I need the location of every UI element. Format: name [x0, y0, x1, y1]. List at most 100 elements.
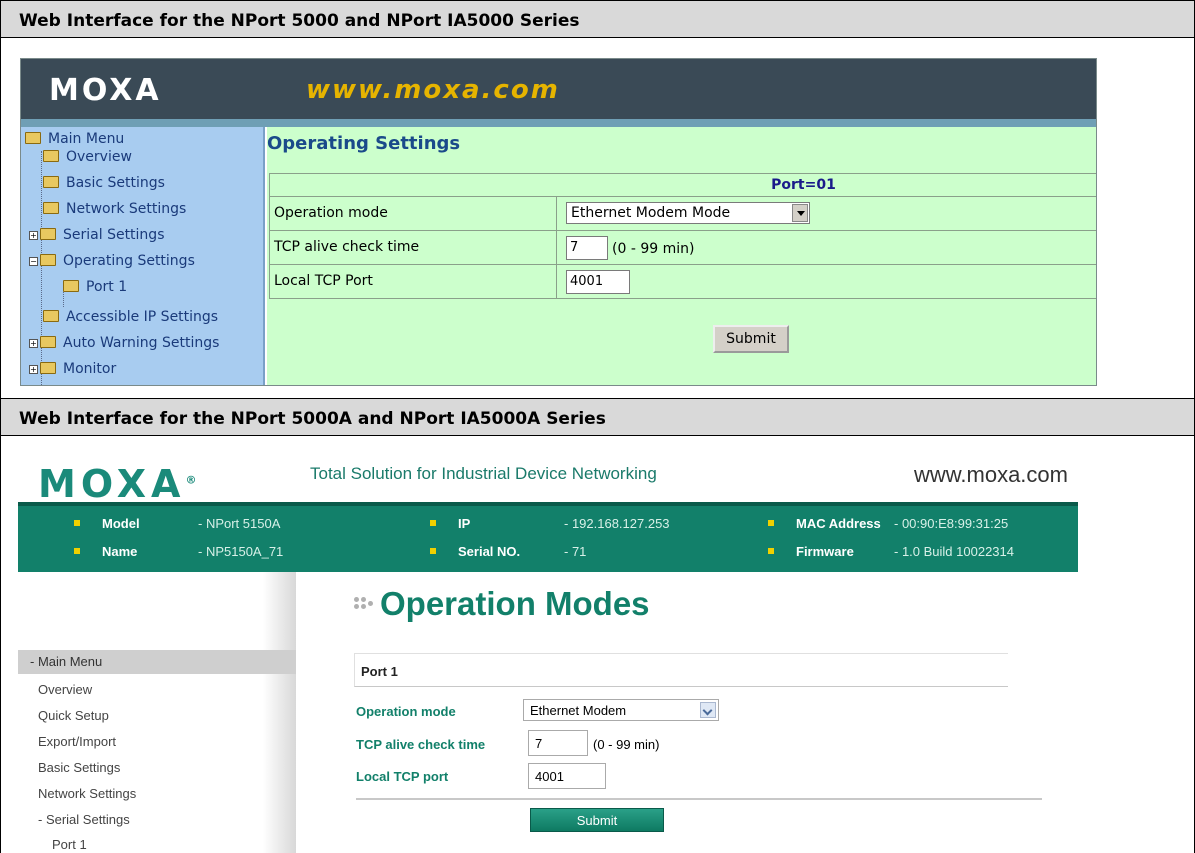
local-port-label: Local TCP port — [356, 769, 449, 784]
cell-divider — [556, 197, 557, 230]
menu-item-serial-settings[interactable]: - Serial Settings — [38, 812, 130, 827]
tcp-alive-hint: (0 - 99 min) — [612, 241, 695, 257]
section-header-legacy: Web Interface for the NPort 5000 and NPo… — [0, 0, 1195, 38]
info-key: IP — [458, 516, 471, 531]
info-value: - 1.0 Build 10022314 — [894, 544, 1014, 559]
menu-item-network-settings[interactable]: Network Settings — [38, 786, 136, 801]
menu-item-serial-settings[interactable]: + Serial Settings — [29, 227, 165, 243]
folder-icon — [43, 202, 59, 214]
port-header: Port 1 — [354, 653, 1008, 687]
menu-item-port-1[interactable]: Port 1 — [63, 279, 127, 295]
table-row: Operation mode Ethernet Modem Mode — [269, 197, 1096, 231]
menu-label: Basic Settings — [66, 175, 165, 191]
local-port-input[interactable]: 4001 — [566, 270, 630, 294]
expand-plus-icon[interactable]: + — [29, 231, 38, 240]
bullet-icon — [430, 548, 436, 554]
chevron-down-icon[interactable] — [792, 204, 808, 222]
modern-sidebar: - Main Menu Overview Quick Setup Export/… — [18, 572, 296, 853]
submit-button[interactable]: Submit — [713, 325, 789, 353]
tagline: Total Solution for Industrial Device Net… — [310, 464, 657, 483]
menu-item-auto-warning[interactable]: + Auto Warning Settings — [29, 335, 219, 351]
info-ip: IP - 192.168.127.253 — [430, 516, 670, 531]
folder-icon — [63, 280, 79, 292]
folder-open-icon — [40, 254, 56, 266]
menu-item-basic-settings[interactable]: Basic Settings — [43, 175, 165, 191]
cell-divider — [556, 231, 557, 264]
info-model: Model - NPort 5150A — [74, 516, 280, 531]
page-title-text: Operation Modes — [380, 585, 650, 622]
tcp-alive-input[interactable]: 7 — [566, 236, 608, 260]
menu-item-overview[interactable]: Overview — [38, 682, 92, 697]
folder-icon — [40, 362, 56, 374]
menu-label: Main Menu — [48, 131, 125, 147]
bullet-icon — [74, 548, 80, 554]
registered-mark: ® — [185, 473, 197, 487]
menu-root[interactable]: Main Menu — [25, 131, 124, 147]
logo-text: MOXA — [38, 462, 186, 506]
menu-item-operating-settings[interactable]: − Operating Settings — [29, 253, 195, 269]
legacy-banner: MOXA www.moxa.com — [21, 59, 1096, 119]
tcp-alive-label: TCP alive check time — [356, 737, 486, 752]
menu-label: Network Settings — [66, 201, 187, 217]
info-firmware: Firmware - 1.0 Build 10022314 — [768, 544, 1014, 559]
menu-label: Port 1 — [86, 279, 128, 295]
bullet-icon — [430, 520, 436, 526]
chevron-down-icon[interactable] — [700, 702, 716, 718]
expand-plus-icon[interactable]: + — [29, 339, 38, 348]
folder-icon — [43, 150, 59, 162]
folder-open-icon — [25, 132, 41, 144]
banner-strip — [21, 119, 1096, 127]
dots-icon — [352, 593, 374, 615]
menu-item-network-settings[interactable]: Network Settings — [43, 201, 186, 217]
menu-item-accessible-ip[interactable]: Accessible IP Settings — [43, 309, 218, 325]
info-name: Name - NP5150A_71 — [74, 544, 283, 559]
expand-plus-icon[interactable]: + — [29, 365, 38, 374]
table-row: TCP alive check time 7 (0 - 99 min) — [269, 231, 1096, 265]
menu-item-port-1[interactable]: Port 1 — [52, 837, 87, 852]
menu-label: Operating Settings — [63, 253, 195, 269]
bullet-icon — [74, 520, 80, 526]
submit-button[interactable]: Submit — [530, 808, 664, 832]
legacy-web-ui: MOXA www.moxa.com Main Menu Overview Bas… — [20, 58, 1097, 386]
tcp-alive-hint: (0 - 99 min) — [593, 737, 660, 752]
menu-label: Auto Warning Settings — [63, 335, 220, 351]
info-value: - 192.168.127.253 — [564, 516, 670, 531]
menu-item-export-import[interactable]: Export/Import — [38, 734, 116, 749]
info-key: Name — [102, 544, 138, 559]
settings-table: Port=01 Operation mode Ethernet Modem Mo… — [269, 173, 1096, 299]
section-header-modern: Web Interface for the NPort 5000A and NP… — [0, 398, 1195, 436]
page-title: Operation Modes — [352, 585, 650, 623]
collapse-minus-icon[interactable]: − — [29, 257, 38, 266]
divider — [356, 798, 1042, 800]
folder-icon — [40, 336, 56, 348]
menu-item-overview[interactable]: Overview — [43, 149, 132, 165]
info-key: Model — [102, 516, 140, 531]
port-header: Port=01 — [771, 177, 836, 193]
bullet-icon — [768, 548, 774, 554]
operation-mode-select[interactable]: Ethernet Modem — [523, 699, 719, 721]
folder-icon — [43, 310, 59, 322]
menu-label: Overview — [66, 149, 132, 165]
operation-mode-select[interactable]: Ethernet Modem Mode — [566, 202, 810, 224]
menu-label: Monitor — [63, 361, 117, 377]
select-value: Ethernet Modem — [530, 703, 627, 718]
legacy-content: Operating Settings Port=01 Operation mod… — [267, 127, 1096, 385]
info-value: - NP5150A_71 — [198, 544, 284, 559]
local-port-input[interactable]: 4001 — [528, 763, 606, 789]
menu-root[interactable]: - Main Menu — [18, 650, 296, 674]
modern-web-ui: MOXA® Total Solution for Industrial Devi… — [18, 440, 1178, 853]
tcp-alive-input[interactable]: 7 — [528, 730, 588, 756]
menu-item-quick-setup[interactable]: Quick Setup — [38, 708, 109, 723]
cell-divider — [556, 265, 557, 298]
menu-item-monitor[interactable]: + Monitor — [29, 361, 116, 377]
menu-label: Accessible IP Settings — [66, 309, 219, 325]
page-title: Operating Settings — [267, 133, 461, 154]
device-info-bar: Model - NPort 5150A Name - NP5150A_71 IP - … — [18, 502, 1078, 572]
info-value: - 71 — [564, 544, 587, 559]
info-serial: Serial NO. - 71 — [430, 544, 586, 559]
info-key: Serial NO. — [458, 544, 521, 559]
menu-item-basic-settings[interactable]: Basic Settings — [38, 760, 120, 775]
moxa-logo: MOXA — [49, 73, 162, 108]
operation-mode-label: Operation mode — [274, 205, 388, 221]
legacy-sidebar: Main Menu Overview Basic Settings Networ… — [21, 127, 265, 385]
